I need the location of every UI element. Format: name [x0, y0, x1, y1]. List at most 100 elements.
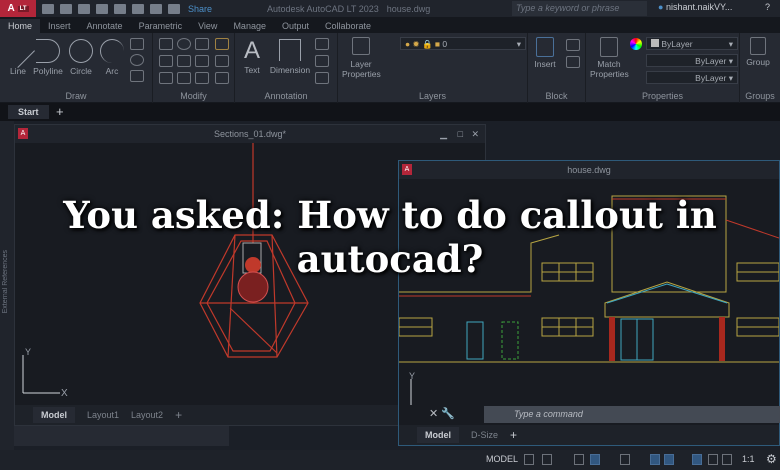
table-icon[interactable]	[315, 72, 329, 86]
layout-tab-layout2[interactable]: Layout2	[131, 410, 163, 420]
autocad-doc-icon: A	[18, 128, 28, 139]
panel-label-draw[interactable]: Draw	[0, 91, 152, 101]
command-input[interactable]: Type a command	[484, 406, 780, 423]
mirror-icon[interactable]	[177, 55, 191, 69]
axis-y-label: Y	[25, 347, 31, 357]
erase-icon[interactable]	[215, 38, 229, 52]
new-icon[interactable]	[42, 3, 54, 14]
object-snap-icon[interactable]	[664, 454, 674, 465]
rotate-icon[interactable]	[177, 38, 191, 52]
plot-icon[interactable]	[132, 3, 144, 14]
layout-tab-d-size[interactable]: D-Size	[471, 430, 498, 440]
document-tabs: Start +	[0, 103, 780, 121]
panel-label-modify[interactable]: Modify	[153, 91, 234, 101]
fillet-icon[interactable]	[195, 55, 209, 69]
tab-parametric[interactable]: Parametric	[131, 19, 191, 33]
user-account-button[interactable]: ● nishant.naikVY...	[658, 2, 732, 12]
tab-collaborate[interactable]: Collaborate	[317, 19, 379, 33]
panel-label-block[interactable]: Block	[528, 91, 585, 101]
linetype-value: ByLayer	[695, 56, 727, 66]
layout-tab-layout1[interactable]: Layout1	[87, 410, 119, 420]
chevron-down-icon: ▾	[728, 39, 733, 49]
tab-insert[interactable]: Insert	[40, 19, 79, 33]
create-block-icon[interactable]	[566, 39, 580, 53]
close-command-icon[interactable]: ✕	[429, 408, 438, 420]
explode-icon[interactable]	[215, 55, 229, 69]
array-icon[interactable]	[195, 72, 209, 86]
annotation-scale-icon[interactable]	[722, 454, 732, 465]
publish-icon[interactable]	[114, 3, 126, 14]
stretch-icon[interactable]	[159, 72, 173, 86]
add-layout-button[interactable]: +	[175, 408, 182, 422]
offset-icon[interactable]	[215, 72, 229, 86]
edit-block-icon[interactable]	[566, 56, 580, 70]
tab-view[interactable]: View	[190, 19, 225, 33]
window-title-bar[interactable]: A Sections_01.dwg* ▁ □ ✕	[15, 125, 485, 143]
scale-icon[interactable]	[177, 72, 191, 86]
save-as-icon[interactable]	[96, 3, 108, 14]
maximize-button[interactable]: □	[458, 125, 463, 143]
match-properties-tool[interactable]: Match Properties	[590, 37, 629, 79]
new-tab-button[interactable]: +	[56, 104, 64, 119]
annotation-scale-value[interactable]: 1:1	[742, 454, 755, 464]
polar-tracking-icon[interactable]	[590, 454, 600, 465]
layer-properties-tool[interactable]: Layer Properties	[342, 37, 381, 79]
panel-label-groups[interactable]: Groups	[740, 91, 780, 101]
help-icon[interactable]: ?	[765, 2, 770, 12]
layer-dropdown[interactable]: ● ✹ 🔒 ■ 0 ▾	[400, 37, 526, 50]
tab-manage[interactable]: Manage	[225, 19, 274, 33]
color-dropdown[interactable]: ByLayer ▾	[646, 37, 738, 50]
save-icon[interactable]	[78, 3, 90, 14]
open-icon[interactable]	[60, 3, 72, 14]
circle-tool[interactable]: Circle	[68, 39, 94, 76]
auto-scale-icon[interactable]	[708, 454, 718, 465]
text-tool[interactable]: A Text	[239, 37, 265, 75]
minimize-button[interactable]: ▁	[440, 125, 447, 143]
undo-icon[interactable]	[150, 3, 162, 14]
object-snap-tracking-icon[interactable]	[650, 454, 660, 465]
copy-icon[interactable]	[159, 55, 173, 69]
insert-tool[interactable]: Insert	[532, 37, 558, 69]
dimension-tool[interactable]: Dimension	[267, 39, 313, 75]
add-layout-button[interactable]: +	[510, 428, 517, 442]
move-icon[interactable]	[159, 38, 173, 52]
close-button[interactable]: ✕	[471, 125, 479, 143]
grid-icon[interactable]	[524, 454, 534, 465]
panel-label-properties[interactable]: Properties	[586, 91, 739, 101]
layout-tab-model[interactable]: Model	[417, 427, 459, 443]
panel-label-annotation[interactable]: Annotation	[235, 91, 337, 101]
annotation-visibility-icon[interactable]	[692, 454, 702, 465]
trim-icon[interactable]	[195, 38, 209, 52]
linear-icon[interactable]	[315, 38, 329, 52]
model-space-toggle[interactable]: MODEL	[486, 454, 518, 464]
ellipse-tool[interactable]	[130, 54, 144, 68]
tab-output[interactable]: Output	[274, 19, 317, 33]
text-label: Text	[244, 65, 260, 75]
headline-line-1: You asked: How to do callout in	[63, 193, 717, 237]
snap-icon[interactable]	[542, 454, 552, 465]
share-button[interactable]: Share	[188, 4, 212, 14]
redo-icon[interactable]	[168, 3, 180, 14]
tab-home[interactable]: Home	[0, 19, 41, 33]
leader-icon[interactable]	[315, 55, 329, 69]
gear-icon[interactable]: ⚙	[766, 452, 777, 466]
polyline-tool[interactable]: Polyline	[32, 39, 64, 76]
line-tool[interactable]: Line	[1, 34, 35, 76]
group-tool[interactable]: Group	[743, 37, 773, 67]
linetype-dropdown[interactable]: ByLayer ▾	[646, 54, 738, 67]
search-input[interactable]: Type a keyword or phrase	[512, 1, 647, 16]
lineweight-dropdown[interactable]: ByLayer ▾	[646, 71, 738, 84]
isometric-icon[interactable]	[620, 454, 630, 465]
arc-tool[interactable]: Arc	[100, 39, 124, 76]
rectangle-tool[interactable]	[130, 38, 144, 52]
polyline-label: Polyline	[33, 66, 63, 76]
start-tab[interactable]: Start	[8, 105, 49, 119]
layout-tab-model[interactable]: Model	[33, 407, 75, 423]
window-title-bar[interactable]: Ahouse.dwg	[399, 161, 779, 179]
ortho-icon[interactable]	[574, 454, 584, 465]
tab-annotate[interactable]: Annotate	[79, 19, 131, 33]
panel-label-layers[interactable]: Layers	[338, 91, 527, 101]
app-menu-button[interactable]: A LT	[0, 0, 36, 17]
customize-wrench-icon[interactable]: 🔧	[441, 408, 455, 420]
hatch-tool[interactable]	[130, 70, 144, 84]
